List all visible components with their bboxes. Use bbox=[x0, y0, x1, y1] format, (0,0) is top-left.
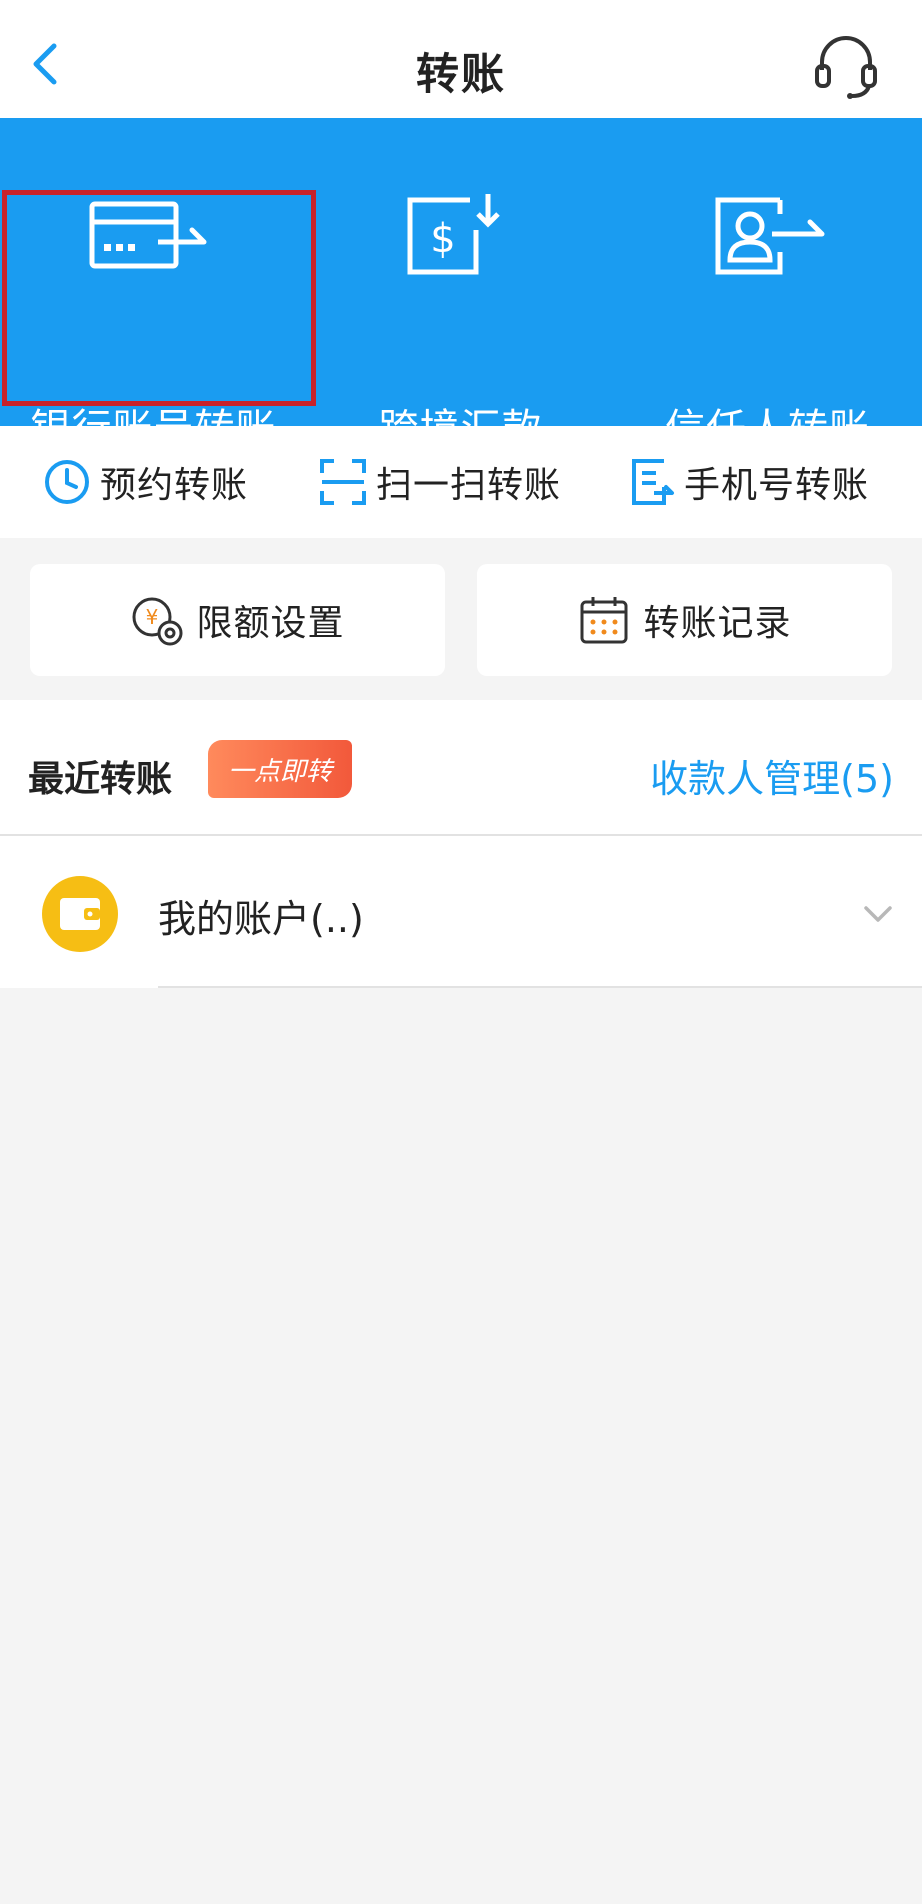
payee-management-link[interactable]: 收款人管理(5) bbox=[650, 748, 894, 803]
top-nav-bar: 转账 bbox=[0, 0, 922, 118]
scan-transfer-label: 扫一扫转账 bbox=[376, 465, 562, 506]
calendar-icon bbox=[580, 597, 628, 644]
scheduled-transfer-label: 预约转账 bbox=[100, 465, 249, 506]
my-account-label: 我的账户(..) bbox=[158, 897, 364, 941]
scan-icon bbox=[320, 459, 366, 505]
phone-document-icon bbox=[632, 459, 674, 505]
recent-transfers-header: 最近转账 一点即转 收款人管理(5) bbox=[0, 700, 922, 836]
yuan-settings-icon: ¥ bbox=[132, 597, 183, 646]
limit-settings-card[interactable]: ¥ 限额设置 bbox=[30, 564, 445, 676]
svg-text:¥: ¥ bbox=[146, 605, 159, 629]
phone-number-transfer-label: 手机号转账 bbox=[684, 465, 870, 506]
limit-settings-label: 限额设置 bbox=[196, 603, 345, 644]
scan-transfer-button[interactable]: 扫一扫转账 bbox=[318, 454, 561, 510]
headset-icon[interactable] bbox=[808, 28, 884, 104]
dollar-document-icon: $ bbox=[407, 194, 500, 275]
selected-highlight-box bbox=[2, 190, 316, 406]
transfer-records-label: 转账记录 bbox=[643, 603, 792, 644]
page-title: 转账 bbox=[416, 50, 506, 100]
recent-transfers-title: 最近转账 bbox=[28, 759, 173, 800]
main-functions-banner: 银行账号转账 $ 跨境汇款 信任人转账 bbox=[0, 118, 922, 452]
clock-icon bbox=[45, 460, 89, 504]
transfer-records-card[interactable]: 转账记录 bbox=[477, 564, 892, 676]
one-tap-transfer-badge: 一点即转 bbox=[208, 740, 352, 798]
my-account-row[interactable]: 我的账户(..) bbox=[0, 836, 922, 988]
cross-border-remittance-button[interactable]: $ 跨境汇款 bbox=[307, 190, 614, 452]
trusted-person-transfer-button[interactable]: 信任人转账 bbox=[614, 190, 921, 452]
svg-text:$: $ bbox=[430, 216, 455, 262]
scheduled-transfer-button[interactable]: 预约转账 bbox=[42, 454, 248, 510]
phone-number-transfer-button[interactable]: 手机号转账 bbox=[626, 454, 869, 510]
chevron-down-icon[interactable] bbox=[860, 896, 896, 932]
person-transfer-icon bbox=[715, 197, 825, 275]
quick-functions-row: 预约转账 扫一扫转账 手机号转账 bbox=[0, 426, 922, 538]
account-divider bbox=[158, 986, 922, 988]
wallet-icon bbox=[42, 876, 118, 952]
